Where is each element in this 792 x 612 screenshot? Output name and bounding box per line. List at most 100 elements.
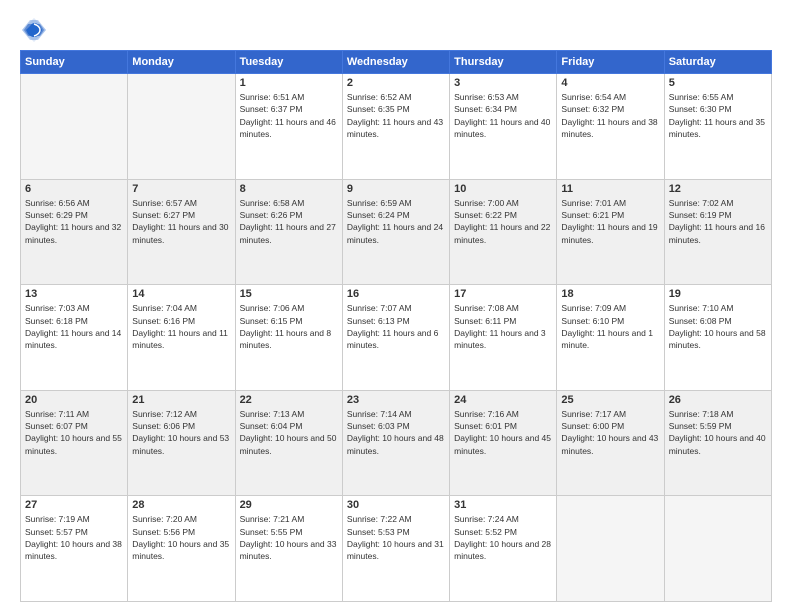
day-number: 28 bbox=[132, 499, 230, 511]
table-row: 4Sunrise: 6:54 AM Sunset: 6:32 PM Daylig… bbox=[557, 74, 664, 180]
table-row: 27Sunrise: 7:19 AM Sunset: 5:57 PM Dayli… bbox=[21, 496, 128, 602]
day-info: Sunrise: 6:55 AM Sunset: 6:30 PM Dayligh… bbox=[669, 91, 767, 140]
day-info: Sunrise: 7:01 AM Sunset: 6:21 PM Dayligh… bbox=[561, 197, 659, 246]
logo bbox=[20, 16, 52, 44]
logo-icon bbox=[20, 16, 48, 44]
col-wednesday: Wednesday bbox=[342, 51, 449, 74]
table-row: 19Sunrise: 7:10 AM Sunset: 6:08 PM Dayli… bbox=[664, 285, 771, 391]
table-row: 20Sunrise: 7:11 AM Sunset: 6:07 PM Dayli… bbox=[21, 390, 128, 496]
day-number: 14 bbox=[132, 288, 230, 300]
calendar-header-row: Sunday Monday Tuesday Wednesday Thursday… bbox=[21, 51, 772, 74]
day-info: Sunrise: 7:12 AM Sunset: 6:06 PM Dayligh… bbox=[132, 408, 230, 457]
day-number: 2 bbox=[347, 77, 445, 89]
day-info: Sunrise: 6:59 AM Sunset: 6:24 PM Dayligh… bbox=[347, 197, 445, 246]
table-row: 14 Sunrise: 7:04 AM Sunset: 6:16 PM Dayli… bbox=[128, 285, 235, 391]
table-row: 18Sunrise: 7:09 AM Sunset: 6:10 PM Dayli… bbox=[557, 285, 664, 391]
day-number: 10 bbox=[454, 183, 552, 195]
day-number: 18 bbox=[561, 288, 659, 300]
table-row: 12 Sunrise: 7:02 AM Sunset: 6:19 PM Dayli… bbox=[664, 179, 771, 285]
day-info: Sunrise: 7:16 AM Sunset: 6:01 PM Dayligh… bbox=[454, 408, 552, 457]
calendar-week-row: 27Sunrise: 7:19 AM Sunset: 5:57 PM Dayli… bbox=[21, 496, 772, 602]
table-row: 31 Sunrise: 7:24 AM Sunset: 5:52 PM Dayli… bbox=[450, 496, 557, 602]
day-info: Sunrise: 7:21 AM Sunset: 5:55 PM Dayligh… bbox=[240, 513, 338, 562]
page: Sunday Monday Tuesday Wednesday Thursday… bbox=[0, 0, 792, 612]
table-row bbox=[557, 496, 664, 602]
day-info: Sunrise: 7:13 AM Sunset: 6:04 PM Dayligh… bbox=[240, 408, 338, 457]
day-info: Sunrise: 7:14 AM Sunset: 6:03 PM Dayligh… bbox=[347, 408, 445, 457]
day-info: Sunrise: 7:08 AM Sunset: 6:11 PM Dayligh… bbox=[454, 302, 552, 351]
day-number: 8 bbox=[240, 183, 338, 195]
day-info: Sunrise: 7:20 AM Sunset: 5:56 PM Dayligh… bbox=[132, 513, 230, 562]
day-number: 22 bbox=[240, 394, 338, 406]
day-number: 25 bbox=[561, 394, 659, 406]
calendar-week-row: 1Sunrise: 6:51 AM Sunset: 6:37 PM Daylig… bbox=[21, 74, 772, 180]
table-row: 15 Sunrise: 7:06 AM Sunset: 6:15 PM Dayli… bbox=[235, 285, 342, 391]
day-number: 11 bbox=[561, 183, 659, 195]
col-sunday: Sunday bbox=[21, 51, 128, 74]
table-row: 10 Sunrise: 7:00 AM Sunset: 6:22 PM Dayli… bbox=[450, 179, 557, 285]
day-number: 3 bbox=[454, 77, 552, 89]
day-info: Sunrise: 7:02 AM Sunset: 6:19 PM Dayligh… bbox=[669, 197, 767, 246]
day-info: Sunrise: 7:06 AM Sunset: 6:15 PM Dayligh… bbox=[240, 302, 338, 351]
day-number: 6 bbox=[25, 183, 123, 195]
table-row: 5 Sunrise: 6:55 AM Sunset: 6:30 PM Daylig… bbox=[664, 74, 771, 180]
table-row: 1Sunrise: 6:51 AM Sunset: 6:37 PM Daylig… bbox=[235, 74, 342, 180]
day-info: Sunrise: 6:53 AM Sunset: 6:34 PM Dayligh… bbox=[454, 91, 552, 140]
table-row: 28 Sunrise: 7:20 AM Sunset: 5:56 PM Dayli… bbox=[128, 496, 235, 602]
col-friday: Friday bbox=[557, 51, 664, 74]
day-info: Sunrise: 7:10 AM Sunset: 6:08 PM Dayligh… bbox=[669, 302, 767, 351]
day-number: 26 bbox=[669, 394, 767, 406]
calendar-week-row: 6Sunrise: 6:56 AM Sunset: 6:29 PM Daylig… bbox=[21, 179, 772, 285]
table-row: 2Sunrise: 6:52 AM Sunset: 6:35 PM Daylig… bbox=[342, 74, 449, 180]
day-info: Sunrise: 7:18 AM Sunset: 5:59 PM Dayligh… bbox=[669, 408, 767, 457]
day-number: 9 bbox=[347, 183, 445, 195]
table-row: 24 Sunrise: 7:16 AM Sunset: 6:01 PM Dayli… bbox=[450, 390, 557, 496]
day-number: 1 bbox=[240, 77, 338, 89]
table-row: 21 Sunrise: 7:12 AM Sunset: 6:06 PM Dayli… bbox=[128, 390, 235, 496]
day-number: 27 bbox=[25, 499, 123, 511]
day-info: Sunrise: 6:57 AM Sunset: 6:27 PM Dayligh… bbox=[132, 197, 230, 246]
day-info: Sunrise: 6:58 AM Sunset: 6:26 PM Dayligh… bbox=[240, 197, 338, 246]
table-row: 29 Sunrise: 7:21 AM Sunset: 5:55 PM Dayli… bbox=[235, 496, 342, 602]
header bbox=[20, 16, 772, 44]
table-row bbox=[21, 74, 128, 180]
day-number: 15 bbox=[240, 288, 338, 300]
table-row: 30 Sunrise: 7:22 AM Sunset: 5:53 PM Dayli… bbox=[342, 496, 449, 602]
day-info: Sunrise: 7:03 AM Sunset: 6:18 PM Dayligh… bbox=[25, 302, 123, 351]
day-info: Sunrise: 6:54 AM Sunset: 6:32 PM Dayligh… bbox=[561, 91, 659, 140]
calendar-week-row: 20Sunrise: 7:11 AM Sunset: 6:07 PM Dayli… bbox=[21, 390, 772, 496]
calendar-week-row: 13 Sunrise: 7:03 AM Sunset: 6:18 PM Dayli… bbox=[21, 285, 772, 391]
col-saturday: Saturday bbox=[664, 51, 771, 74]
table-row: 7 Sunrise: 6:57 AM Sunset: 6:27 PM Daylig… bbox=[128, 179, 235, 285]
table-row: 8 Sunrise: 6:58 AM Sunset: 6:26 PM Daylig… bbox=[235, 179, 342, 285]
day-number: 5 bbox=[669, 77, 767, 89]
day-number: 29 bbox=[240, 499, 338, 511]
table-row: 23 Sunrise: 7:14 AM Sunset: 6:03 PM Dayli… bbox=[342, 390, 449, 496]
table-row: 3 Sunrise: 6:53 AM Sunset: 6:34 PM Daylig… bbox=[450, 74, 557, 180]
col-tuesday: Tuesday bbox=[235, 51, 342, 74]
day-number: 17 bbox=[454, 288, 552, 300]
table-row: 25 Sunrise: 7:17 AM Sunset: 6:00 PM Dayli… bbox=[557, 390, 664, 496]
day-number: 23 bbox=[347, 394, 445, 406]
day-number: 20 bbox=[25, 394, 123, 406]
day-number: 24 bbox=[454, 394, 552, 406]
day-number: 21 bbox=[132, 394, 230, 406]
day-number: 12 bbox=[669, 183, 767, 195]
day-info: Sunrise: 7:22 AM Sunset: 5:53 PM Dayligh… bbox=[347, 513, 445, 562]
table-row: 13 Sunrise: 7:03 AM Sunset: 6:18 PM Dayli… bbox=[21, 285, 128, 391]
day-info: Sunrise: 7:17 AM Sunset: 6:00 PM Dayligh… bbox=[561, 408, 659, 457]
day-info: Sunrise: 7:04 AM Sunset: 6:16 PM Dayligh… bbox=[132, 302, 230, 351]
day-number: 16 bbox=[347, 288, 445, 300]
day-number: 13 bbox=[25, 288, 123, 300]
day-number: 31 bbox=[454, 499, 552, 511]
day-info: Sunrise: 7:00 AM Sunset: 6:22 PM Dayligh… bbox=[454, 197, 552, 246]
table-row: 9 Sunrise: 6:59 AM Sunset: 6:24 PM Daylig… bbox=[342, 179, 449, 285]
day-info: Sunrise: 7:24 AM Sunset: 5:52 PM Dayligh… bbox=[454, 513, 552, 562]
day-number: 30 bbox=[347, 499, 445, 511]
table-row: 6Sunrise: 6:56 AM Sunset: 6:29 PM Daylig… bbox=[21, 179, 128, 285]
table-row: 17 Sunrise: 7:08 AM Sunset: 6:11 PM Dayli… bbox=[450, 285, 557, 391]
col-thursday: Thursday bbox=[450, 51, 557, 74]
day-number: 7 bbox=[132, 183, 230, 195]
table-row bbox=[128, 74, 235, 180]
table-row: 11 Sunrise: 7:01 AM Sunset: 6:21 PM Dayli… bbox=[557, 179, 664, 285]
